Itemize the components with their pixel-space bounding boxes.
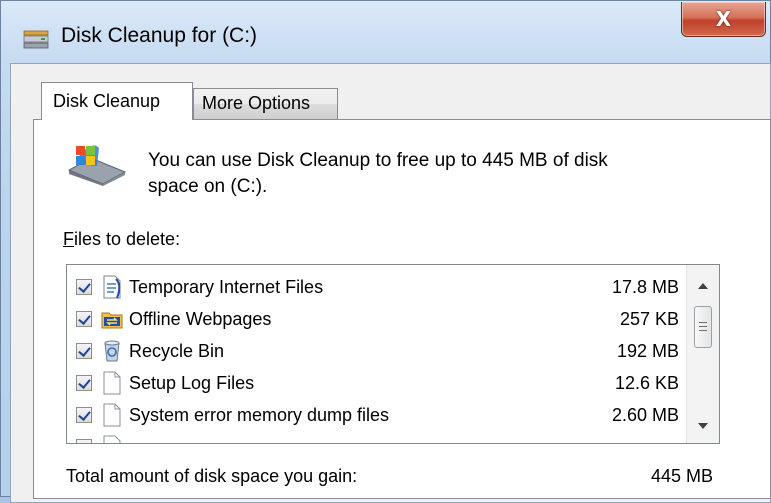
tab-disk-cleanup[interactable]: Disk Cleanup [41, 82, 193, 120]
recycle-bin-icon [104, 340, 120, 362]
file-name: Recycle Bin [129, 341, 225, 361]
list-item[interactable]: Temporary Internet Files 17.8 MB [67, 271, 687, 303]
scroll-down-icon[interactable] [698, 423, 708, 429]
file-size: 12.6 KB [614, 373, 679, 393]
files-list[interactable]: Temporary Internet Files 17.8 MB Offline… [66, 264, 720, 444]
scroll-up-icon[interactable] [698, 283, 708, 289]
blank-file-icon [103, 403, 121, 427]
file-name: Setup Log Files [129, 373, 255, 393]
intro-line-1: You can use Disk Cleanup to free up to 4… [148, 150, 608, 171]
checkbox[interactable] [76, 375, 92, 391]
list-item[interactable]: Recycle Bin 192 MB [67, 335, 687, 367]
files-label-text: iles to delete: [74, 229, 181, 249]
scroll-thumb[interactable] [694, 306, 712, 348]
close-button[interactable]: X [681, 2, 766, 37]
vertical-scrollbar[interactable] [686, 265, 719, 443]
blank-file-icon [103, 435, 121, 443]
list-item[interactable]: System error memory dump files 2.60 MB [67, 399, 687, 431]
checkbox[interactable] [76, 439, 92, 443]
checkbox[interactable] [76, 407, 92, 423]
total-gain-label: Total amount of disk space you gain: [66, 466, 358, 486]
file-size: 2.60 MB [611, 405, 679, 425]
disk-cleanup-icon [23, 30, 49, 49]
total-gain-value: 445 MB [650, 466, 713, 486]
file-size: 192 MB [616, 341, 679, 361]
tab-more-options[interactable]: More Options [193, 88, 338, 119]
window-title: Disk Cleanup for (C:) [61, 24, 258, 47]
list-item[interactable]: Setup Log Files 12.6 KB [67, 367, 687, 399]
grip-line [699, 326, 707, 327]
grip-line [699, 330, 707, 331]
checkbox[interactable] [76, 279, 92, 295]
list-item-partial[interactable] [67, 431, 687, 443]
files-label-accelerator: F [63, 229, 74, 249]
file-name: Temporary Internet Files [129, 277, 324, 297]
disk-cleanup-drive-icon [67, 145, 127, 186]
close-icon: X [715, 7, 732, 31]
grip-line [699, 322, 707, 323]
intro-line-2: space on (C:). [148, 176, 268, 197]
checkbox[interactable] [76, 343, 92, 359]
list-item[interactable]: Offline Webpages 257 KB [67, 303, 687, 335]
title-bar[interactable]: Disk Cleanup for (C:) X [1, 1, 770, 63]
blank-file-icon [103, 371, 121, 395]
files-to-delete-label: Files to delete: [63, 229, 180, 250]
file-size: 257 KB [619, 309, 679, 329]
sync-folder-icon [101, 312, 123, 329]
document-icon [103, 275, 121, 299]
checkbox[interactable] [76, 311, 92, 327]
file-name: System error memory dump files [129, 405, 390, 425]
file-size: 17.8 MB [611, 277, 679, 297]
file-name: Offline Webpages [129, 309, 272, 329]
intro-text: You can use Disk Cleanup to free up to 4… [148, 148, 708, 200]
